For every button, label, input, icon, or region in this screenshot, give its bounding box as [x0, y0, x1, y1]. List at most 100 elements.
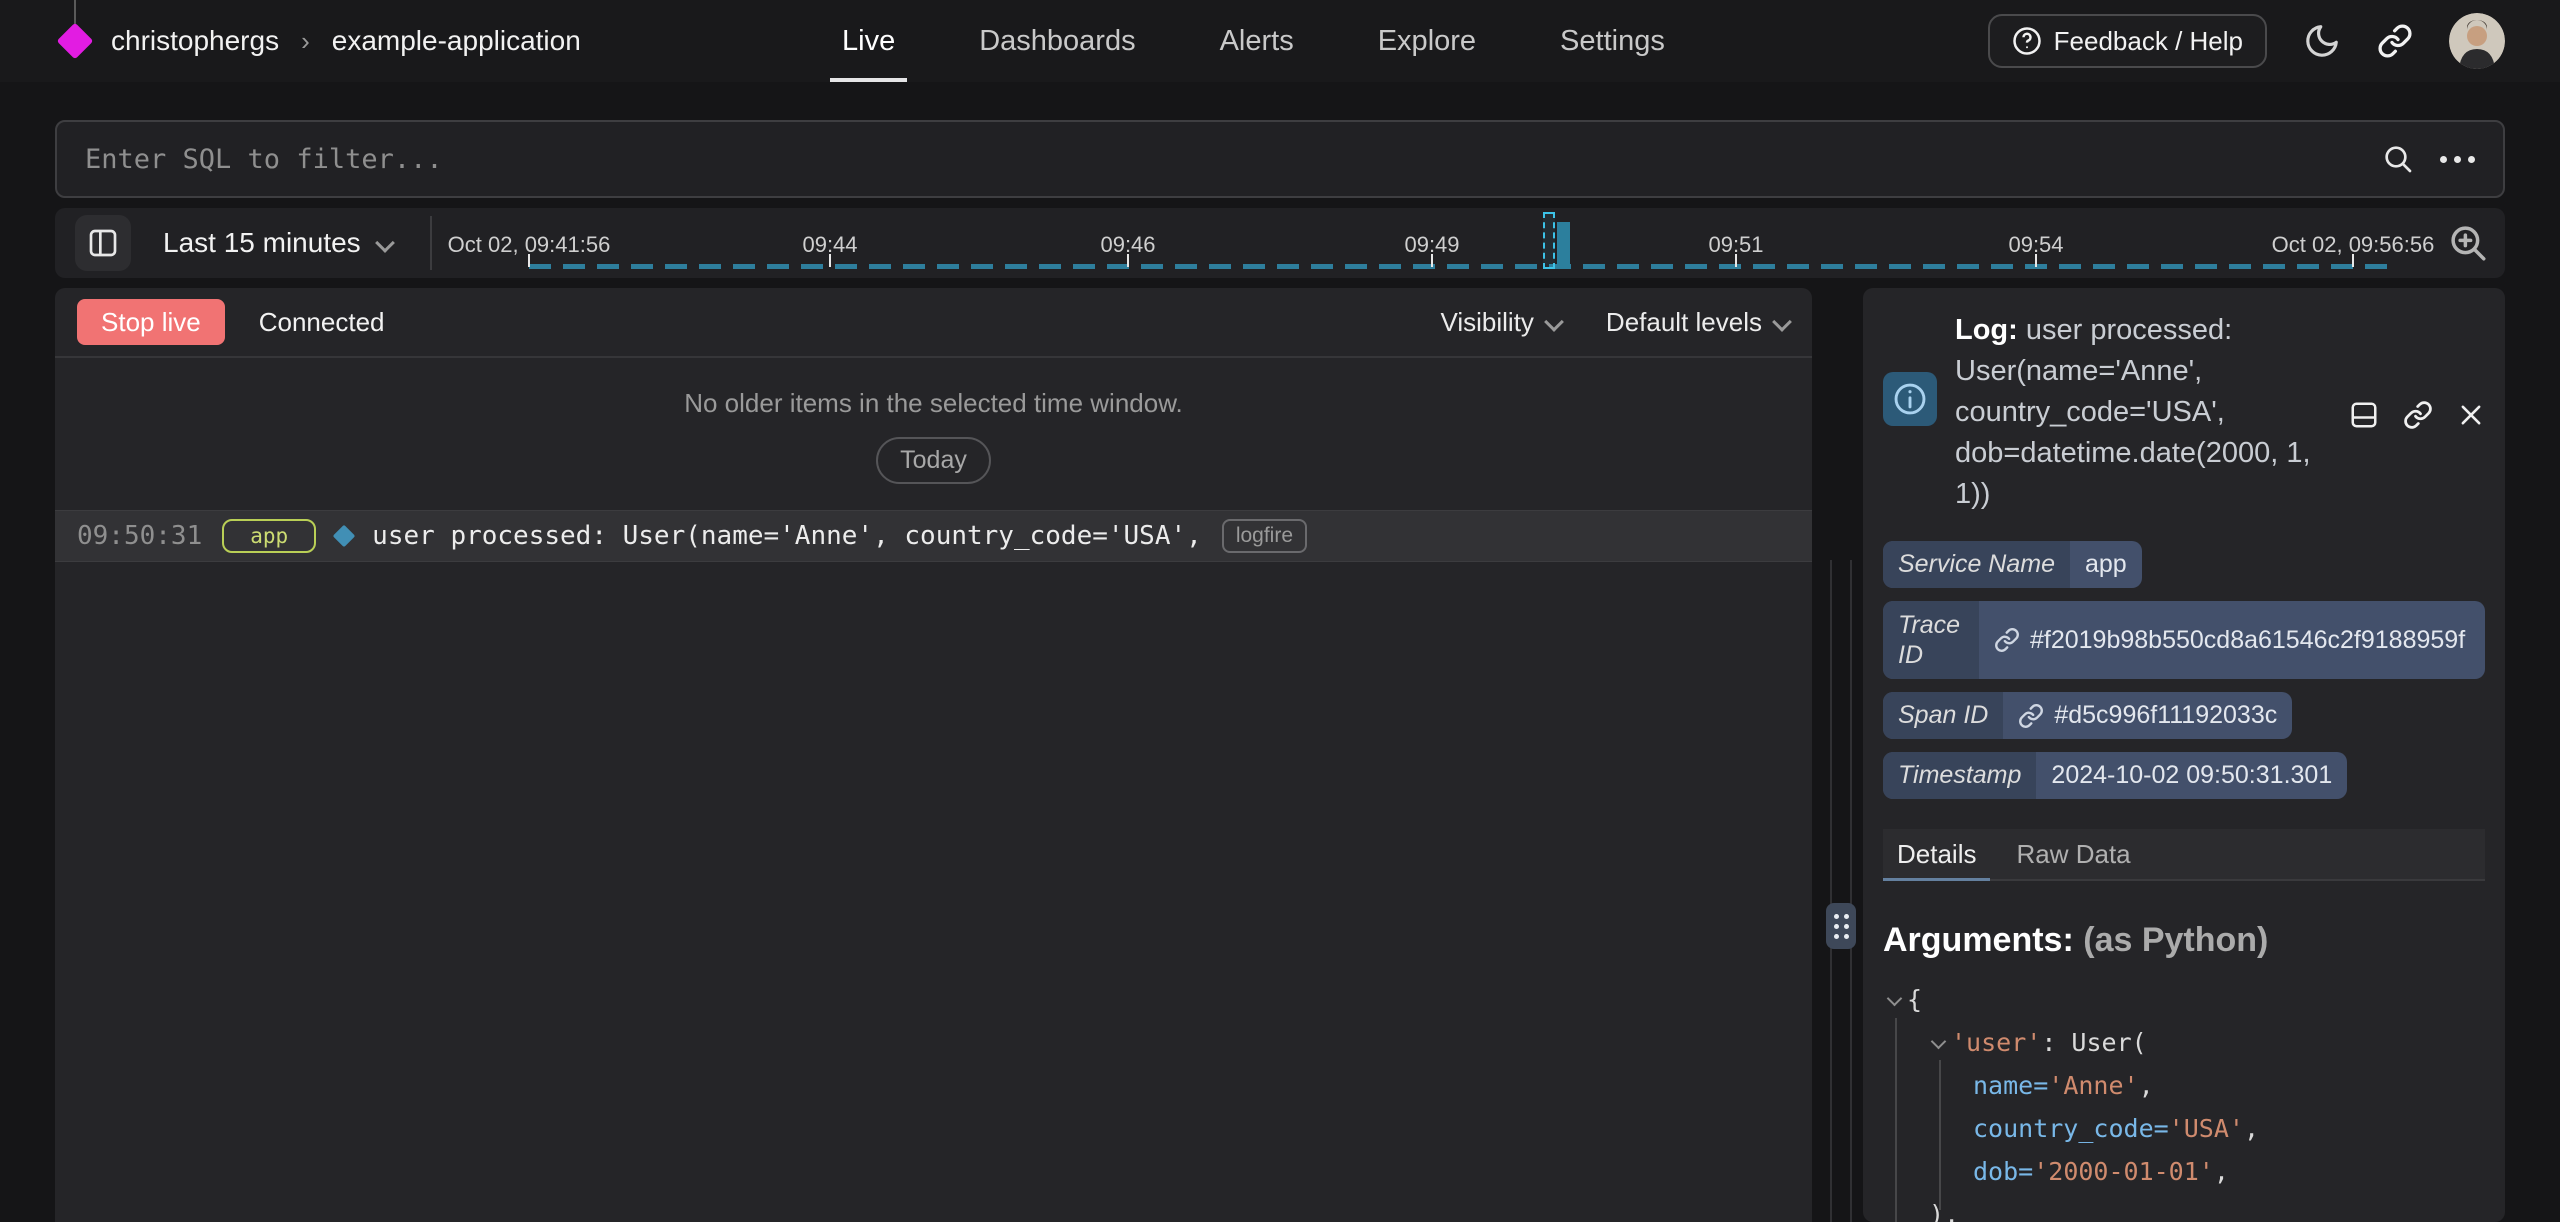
stop-live-button[interactable]: Stop live: [77, 299, 225, 345]
empty-window-notice: No older items in the selected time wind…: [55, 388, 1812, 419]
top-bar: christophergs › example-application Live…: [0, 0, 2560, 82]
visibility-dropdown[interactable]: Visibility: [1440, 307, 1561, 338]
theme-toggle-button[interactable]: [2303, 22, 2341, 60]
arguments-heading-text: Arguments:: [1883, 921, 2074, 959]
detail-title-prefix: Log:: [1955, 314, 2018, 346]
code-token: ,: [2139, 1064, 2154, 1107]
nav-tab-settings[interactable]: Settings: [1548, 0, 1677, 82]
breadcrumb-separator: ›: [295, 26, 316, 57]
timeline-tick-mark: [1735, 254, 1737, 267]
service-name-pill: Service Name app: [1883, 541, 2142, 588]
arguments-code-block: {'user': User(name='Anne',country_code='…: [1883, 978, 2485, 1222]
timeline-dash-line: [529, 264, 2387, 269]
sql-filter-input[interactable]: [57, 144, 2382, 175]
span-id-pill[interactable]: Span ID #d5c996f11192033c: [1883, 692, 2292, 739]
attr-value: app: [2070, 541, 2142, 588]
code-token: ),: [1929, 1193, 1959, 1222]
header-actions: Feedback / Help: [1988, 0, 2505, 82]
code-token: 'Anne': [2048, 1064, 2138, 1107]
link-icon: [2403, 400, 2433, 430]
breadcrumb-org[interactable]: christophergs: [111, 25, 279, 57]
code-line: dob='2000-01-01',: [1883, 1150, 2485, 1193]
code-token: ,: [2244, 1107, 2259, 1150]
close-panel-button[interactable]: [2457, 314, 2485, 515]
timestamp-value: 2024-10-02 09:50:31.301: [2036, 752, 2347, 799]
chevron-down-icon: [377, 235, 393, 251]
panel-resize-handle[interactable]: [1826, 903, 1856, 949]
feedback-help-label: Feedback / Help: [2054, 26, 2243, 57]
search-icon[interactable]: [2382, 143, 2414, 175]
log-detail-panel: Log: user processed: User(name='Anne', c…: [1863, 288, 2505, 1222]
code-line: {: [1883, 978, 2485, 1021]
copy-link-button[interactable]: [2403, 314, 2433, 515]
visibility-label: Visibility: [1440, 307, 1533, 338]
sql-filter-bar: [55, 120, 2505, 198]
dock-panel-button[interactable]: [2349, 314, 2379, 515]
attribute-list: Service Name app Trace ID #f2019b98b550c…: [1883, 541, 2485, 799]
close-icon: [2457, 401, 2485, 429]
info-level-chip: [1883, 372, 1937, 426]
code-line: ),: [1883, 1193, 2485, 1222]
code-line: 'user': User(: [1883, 1021, 2485, 1064]
time-range-bar: Last 15 minutes Oct 02, 09:41:5609:4409:…: [55, 208, 2505, 278]
connection-status: Connected: [259, 307, 385, 338]
code-token: User(: [2071, 1021, 2146, 1064]
code-token: 'user': [1951, 1021, 2041, 1064]
collapse-chevron-icon[interactable]: [1929, 1032, 1951, 1054]
time-range-label: Last 15 minutes: [163, 227, 361, 259]
sidebar-toggle-button[interactable]: [75, 215, 131, 271]
chevron-down-icon: [1546, 314, 1562, 330]
code-token: name=: [1973, 1064, 2048, 1107]
service-badge: app: [222, 519, 316, 553]
info-icon: [1891, 380, 1929, 418]
breadcrumb: christophergs › example-application: [55, 0, 581, 82]
code-token: {: [1907, 978, 1922, 1021]
logfire-tag-badge: logfire: [1222, 519, 1307, 553]
tab-raw-data[interactable]: Raw Data: [2016, 829, 2130, 879]
share-link-button[interactable]: [2377, 23, 2413, 59]
today-button[interactable]: Today: [876, 437, 991, 484]
timeline-selection-marker[interactable]: [1543, 212, 1555, 269]
code-token: '2000-01-01': [2033, 1150, 2214, 1193]
timeline-tick-mark: [829, 254, 831, 267]
timeline[interactable]: Oct 02, 09:41:5609:4409:4609:4909:5109:5…: [450, 208, 2427, 278]
split-horizontal-icon: [2349, 400, 2379, 430]
empty-window-block: No older items in the selected time wind…: [55, 358, 1812, 510]
splitter-track-right: [1850, 560, 1852, 1222]
log-row[interactable]: 09:50:31 app user processed: User(name='…: [55, 510, 1812, 562]
nav-tab-live[interactable]: Live: [830, 0, 907, 82]
detail-title: Log: user processed: User(name='Anne', c…: [1955, 310, 2331, 515]
nav-tab-explore[interactable]: Explore: [1366, 0, 1488, 82]
arguments-heading: Arguments: (as Python): [1883, 921, 2485, 960]
live-log-panel: Stop live Connected Visibility Default l…: [55, 288, 1812, 1222]
more-options-icon[interactable]: [2440, 156, 2475, 163]
zoom-in-button[interactable]: [2447, 222, 2489, 264]
timeline-event-bar[interactable]: [1557, 222, 1570, 269]
arguments-heading-sub: (as Python): [2083, 921, 2268, 959]
indent-guide: [1939, 1060, 1941, 1210]
log-row-time: 09:50:31: [77, 521, 202, 551]
main-nav: Live Dashboards Alerts Explore Settings: [830, 0, 1677, 82]
time-range-dropdown[interactable]: Last 15 minutes: [163, 208, 393, 278]
attr-label: Trace ID: [1883, 601, 1979, 679]
user-avatar[interactable]: [2449, 13, 2505, 69]
code-token: ,: [2214, 1150, 2229, 1193]
trace-id-pill[interactable]: Trace ID #f2019b98b550cd8a61546c2f918895…: [1883, 601, 2485, 679]
nav-tab-alerts[interactable]: Alerts: [1208, 0, 1306, 82]
timebar-divider: [430, 216, 432, 270]
nav-tab-dashboards[interactable]: Dashboards: [967, 0, 1147, 82]
timeline-tick-mark: [1431, 254, 1433, 267]
logfire-logo[interactable]: [55, 0, 95, 82]
tab-details[interactable]: Details: [1897, 829, 1976, 879]
span-id-value: #d5c996f11192033c: [2054, 701, 2277, 730]
feedback-help-button[interactable]: Feedback / Help: [1988, 14, 2267, 68]
collapse-chevron-icon[interactable]: [1885, 989, 1907, 1011]
default-levels-dropdown[interactable]: Default levels: [1606, 307, 1790, 338]
panel-left-icon: [87, 227, 119, 259]
detail-header: Log: user processed: User(name='Anne', c…: [1883, 310, 2485, 515]
detail-tabs: Details Raw Data: [1883, 829, 2485, 881]
live-toolbar: Stop live Connected Visibility Default l…: [55, 288, 1812, 358]
attr-label: Service Name: [1883, 541, 2070, 588]
chevron-down-icon: [1774, 314, 1790, 330]
breadcrumb-project[interactable]: example-application: [332, 25, 581, 57]
